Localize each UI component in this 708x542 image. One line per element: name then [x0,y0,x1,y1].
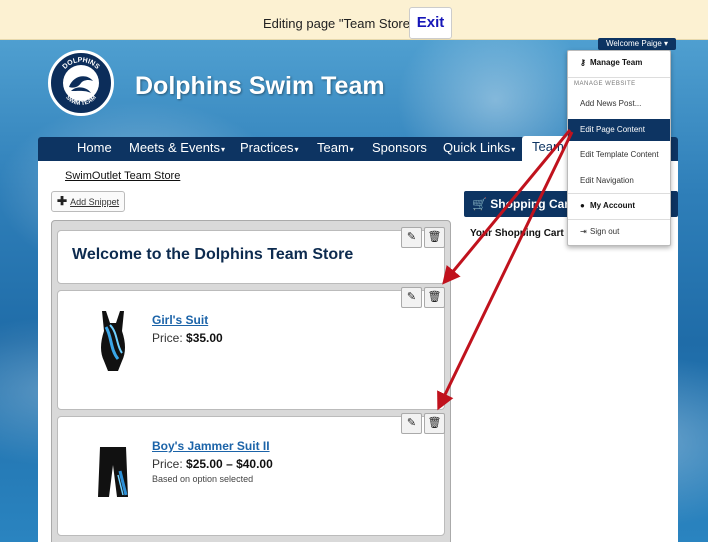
arrow-to-snippet-1 [442,129,572,285]
annotation-arrows [437,129,574,411]
arrow-to-snippet-2 [437,131,574,411]
